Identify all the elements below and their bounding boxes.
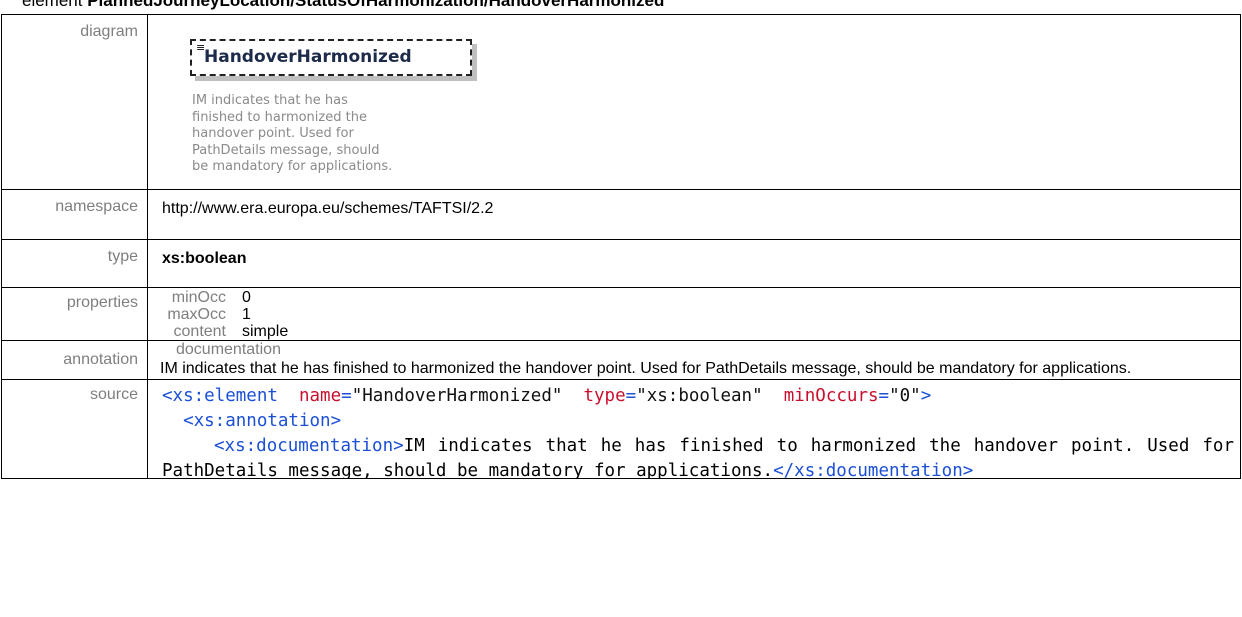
heading-prefix: element	[22, 0, 88, 10]
diagram-doc-line: be mandatory for applications.	[192, 159, 393, 174]
property-value: 0	[242, 289, 251, 306]
diagram-doc-line: finished to harmonized the	[192, 109, 367, 125]
annotation-text: IM indicates that he has finished to har…	[160, 360, 1132, 377]
row-label-properties: properties	[1, 287, 148, 341]
element-box[interactable]: ≡ HandoverHarmonized	[190, 39, 472, 76]
property-value: simple	[242, 323, 289, 340]
source-attr-name: name	[298, 386, 342, 406]
element-doc-table: diagram ≡ HandoverHarmonized IM indicate…	[1, 14, 1241, 479]
source-attr-value: "HandoverHarmonized"	[351, 386, 563, 406]
property-row: minOcc 0	[162, 289, 1240, 306]
properties-cell: minOcc 0 maxOcc 1 content simple	[147, 287, 1241, 341]
annotation-cell: documentation IM indicates that he has f…	[147, 340, 1241, 380]
property-row: content simple	[162, 323, 1240, 340]
source-attr-value: "xs:boolean"	[636, 386, 763, 406]
property-key: minOcc	[171, 289, 226, 306]
row-label-source: source	[1, 379, 148, 479]
source-documentation-open: <xs:documentation>	[214, 436, 404, 456]
row-namespace: namespace http://www.era.europa.eu/schem…	[1, 189, 1241, 240]
annotation-title: documentation	[176, 341, 281, 358]
element-box-name: HandoverHarmonized	[204, 47, 412, 67]
row-type: type xs:boolean	[1, 239, 1241, 288]
source-line: <xs:element name="HandoverHarmonized" ty…	[162, 384, 1234, 409]
element-heading: element PlannedJourneyLocation/StatusOfH…	[22, 0, 664, 11]
property-key: maxOcc	[167, 306, 226, 323]
diagram-doc-line: handover point. Used for	[192, 126, 354, 141]
type-value: xs:boolean	[147, 239, 1241, 288]
row-diagram: diagram ≡ HandoverHarmonized IM indicate…	[1, 14, 1241, 190]
row-annotation: annotation documentation IM indicates th…	[1, 340, 1241, 380]
source-attr-value: "0"	[889, 386, 921, 406]
diagram-doc-line: PathDetails message, should	[192, 142, 380, 158]
source-annotation-tag: <xs:annotation>	[183, 411, 342, 431]
diagram-doc-line: IM indicates that he has	[192, 93, 348, 108]
source-attr-name: minOccurs	[783, 386, 879, 406]
source-attr-eq: =	[625, 386, 637, 406]
source-cell: <xs:element name="HandoverHarmonized" ty…	[147, 379, 1241, 479]
source-attr-eq: =	[341, 386, 352, 406]
source-element-tag: <xs:element	[162, 386, 278, 406]
source-documentation-close: </xs:documentation>	[773, 461, 974, 478]
source-code: <xs:element name="HandoverHarmonized" ty…	[162, 380, 1240, 478]
row-label-namespace: namespace	[1, 189, 148, 240]
source-line: <xs:annotation>	[162, 409, 1234, 434]
row-label-diagram: diagram	[1, 14, 148, 190]
source-attr-eq: =	[878, 386, 890, 406]
row-label-annotation: annotation	[1, 340, 148, 380]
diagram-canvas: ≡ HandoverHarmonized IM indicates that h…	[162, 15, 1240, 189]
row-source: source <xs:element name="HandoverHarmoni…	[1, 379, 1241, 479]
property-row: maxOcc 1	[162, 306, 1240, 323]
property-key: content	[173, 323, 226, 340]
row-properties: properties minOcc 0 maxOcc 1 content simple	[1, 287, 1241, 341]
source-documentation: <xs:documentation>IM indicates that he h…	[162, 434, 1234, 478]
properties-list: minOcc 0 maxOcc 1 content simple	[162, 288, 1240, 340]
namespace-value: http://www.era.europa.eu/schemes/TAFTSI/…	[147, 189, 1241, 240]
source-tag-end: >	[920, 386, 932, 406]
diagram-cell: ≡ HandoverHarmonized IM indicates that h…	[147, 14, 1241, 190]
row-label-type: type	[1, 239, 148, 288]
diagram-doc: IM indicates that he has finished to har…	[192, 93, 432, 176]
property-value: 1	[242, 306, 251, 323]
heading-path: PlannedJourneyLocation/StatusOfHarmoniza…	[87, 0, 665, 10]
source-attr-name: type	[583, 386, 626, 406]
